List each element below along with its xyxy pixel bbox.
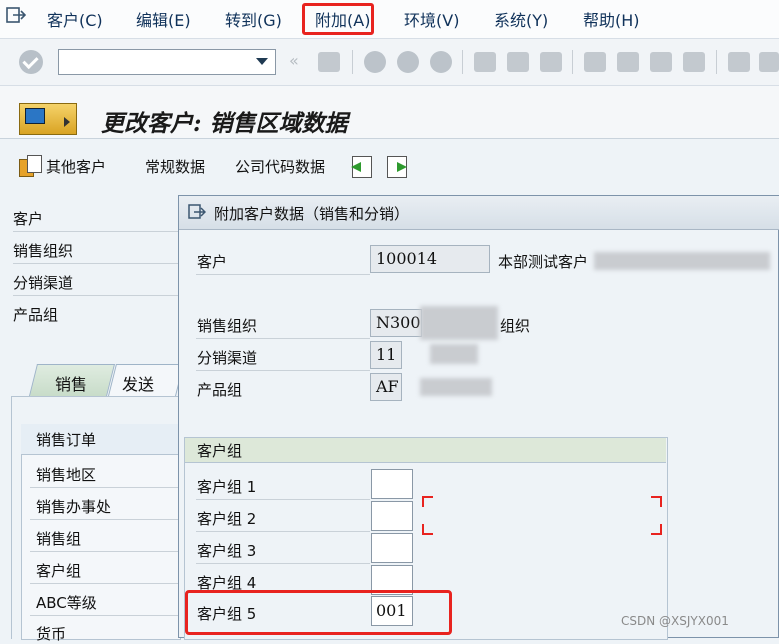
previous-page-icon[interactable] [617,52,639,72]
find-next-icon[interactable] [540,52,562,72]
other-customer-button[interactable]: 其他客户 [46,156,106,177]
menu-environment[interactable]: 环境(V) [404,7,459,31]
customer-group-box-title: 客户组 [197,442,243,460]
next-data-icon[interactable] [387,156,407,178]
last-page-icon[interactable] [683,52,705,72]
exit-icon[interactable] [397,51,419,73]
divider [196,499,370,500]
customer-group-2-input[interactable] [371,501,413,531]
divider [13,295,178,296]
sales-org-label: 销售组织 [13,242,74,260]
focus-bracket [651,524,662,535]
divider [30,519,179,520]
dialog-division-field: AF [370,373,402,401]
distribution-channel-label: 分销渠道 [13,274,74,292]
customer-group-5-highlight [185,590,452,635]
menu-bar [0,0,779,39]
next-page-icon[interactable] [650,52,672,72]
redacted-area [420,306,498,340]
menu-goto[interactable]: 转到(G) [225,7,282,31]
redacted-area [594,252,770,270]
divider [196,338,370,339]
enter-check-icon[interactable] [19,50,43,74]
customer-group-3-input[interactable] [371,533,413,563]
sales-order-title: 销售订单 [36,431,97,449]
first-page-icon[interactable] [584,52,606,72]
general-data-button[interactable]: 常规数据 [145,156,205,177]
new-session-icon[interactable] [728,52,750,72]
sales-group-label: 销售组 [36,530,82,548]
cancel-icon[interactable] [430,51,452,73]
watermark: CSDN @XSJYX001 [621,614,729,628]
previous-data-icon[interactable] [351,156,372,178]
command-field[interactable] [58,49,276,75]
shortcut-icon[interactable] [759,52,779,72]
dialog-customer-label: 客户 [197,253,228,271]
sales-office-label: 销售办事处 [36,498,112,516]
page-title: 更改客户: 销售区域数据 [101,110,348,137]
redacted-area [430,344,478,364]
exit-menu-icon[interactable] [6,6,26,24]
divider [196,563,370,564]
other-customer-icon[interactable] [19,155,42,177]
customer-label: 客户 [13,210,44,228]
menu-highlight-frame [302,3,374,35]
menu-system[interactable]: 系统(Y) [494,7,548,31]
company-code-data-button[interactable]: 公司代码数据 [235,156,325,177]
customer-group-1-label: 客户组 1 [197,478,257,496]
customer-group-box-header [185,438,666,463]
divider [30,615,179,616]
abc-class-label: ABC等级 [36,594,97,612]
sales-org-suffix: 组织 [500,317,531,335]
dialog-division-label: 产品组 [197,381,243,399]
division-label: 产品组 [13,306,59,324]
dialog-exit-icon[interactable] [188,204,206,220]
find-icon[interactable] [507,52,529,72]
dialog-sales-org-label: 销售组织 [197,317,258,335]
divider [13,231,178,232]
customer-group-1-input[interactable] [371,469,413,499]
dialog-dist-channel-field: 11 [370,341,402,369]
menu-customer[interactable]: 客户(C) [47,7,103,31]
divider [13,263,178,264]
toolbar-separator [572,50,573,74]
menu-help[interactable]: 帮助(H) [583,7,640,31]
dialog-title: 附加客户数据（销售和分销） [214,205,410,223]
currency-label: 货币 [36,625,67,643]
tab-shipping-label: 发送 [122,375,155,394]
back-icon[interactable] [364,51,386,73]
divider [30,487,179,488]
divider [30,551,179,552]
save-icon[interactable] [318,52,340,72]
redacted-area [420,378,492,396]
focus-bracket [651,496,662,507]
toolbar-separator [716,50,717,74]
transaction-menu-icon[interactable] [19,103,77,135]
divider [30,583,179,584]
customer-group-2-label: 客户组 2 [197,510,257,528]
dialog-dist-channel-label: 分销渠道 [197,349,258,367]
focus-bracket [422,496,433,507]
customer-name-text: 本部测试客户 [498,253,589,271]
focus-bracket [422,524,433,535]
customer-group-3-label: 客户组 3 [197,542,257,560]
toolbar-separator [352,50,353,74]
tab-sales-label: 销售 [55,375,88,394]
sales-district-label: 销售地区 [36,466,97,484]
customer-group-label: 客户组 [36,562,82,580]
divider [196,274,370,275]
dialog-customer-field: 100014 [370,245,490,273]
menu-edit[interactable]: 编辑(E) [136,7,191,31]
divider [196,370,370,371]
command-dropdown-icon[interactable] [252,52,272,70]
toolbar-separator [462,50,463,74]
dialog-sales-org-field: N300 [370,309,422,337]
print-icon[interactable] [474,52,496,72]
collapse-arrows-icon[interactable]: « [289,51,299,70]
divider [196,531,370,532]
